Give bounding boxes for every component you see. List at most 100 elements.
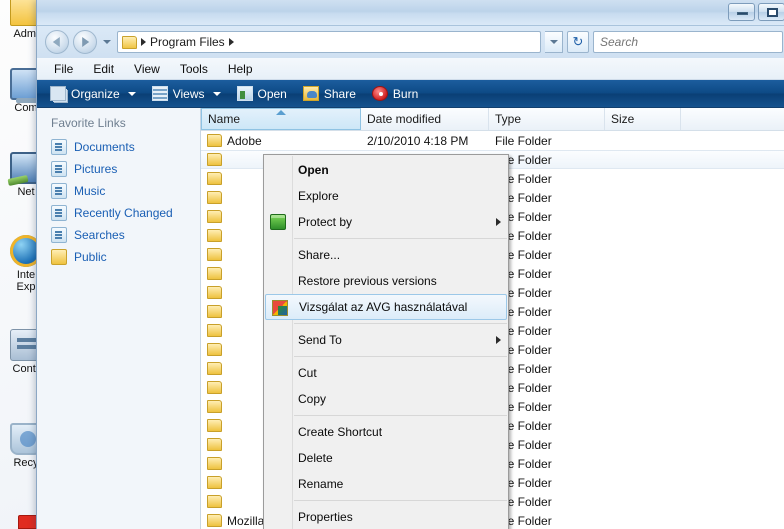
folder-icon	[207, 191, 222, 204]
folder-icon	[207, 153, 222, 166]
folder-icon	[207, 457, 222, 470]
command-burn-button[interactable]: Burn	[365, 83, 425, 104]
command-organize-button[interactable]: Organize	[43, 83, 143, 104]
open-icon	[236, 86, 253, 101]
address-bar[interactable]: Program Files	[117, 31, 541, 53]
context-menu-item-label: Create Shortcut	[298, 425, 383, 439]
context-menu-item-delete[interactable]: Delete	[264, 445, 508, 471]
context-menu-item-label: Rename	[298, 477, 344, 491]
context-menu-item-rename[interactable]: Rename	[264, 471, 508, 497]
favorite-link-searches[interactable]: Searches	[37, 224, 200, 246]
window-controls	[728, 3, 784, 21]
menu-tools[interactable]: Tools	[171, 60, 217, 78]
menu-edit[interactable]: Edit	[84, 60, 123, 78]
favorite-links-list: Documents Pictures Music Recently Changed Se…	[37, 136, 200, 268]
column-header-size[interactable]: Size	[605, 108, 681, 130]
address-dropdown-button[interactable]	[545, 31, 563, 53]
context-menu-item-restore-previous-versions[interactable]: Restore previous versions	[264, 268, 508, 294]
column-header-filler	[681, 108, 784, 130]
cell-type: File Folder	[495, 133, 552, 148]
folder-icon	[207, 495, 222, 508]
context-menu-item-create-shortcut[interactable]: Create Shortcut	[264, 419, 508, 445]
favorite-link-public[interactable]: Public	[37, 246, 200, 268]
menu-view[interactable]: View	[125, 60, 169, 78]
refresh-icon[interactable]: ↻	[567, 31, 589, 53]
maximize-button[interactable]	[758, 3, 784, 21]
views-icon	[151, 86, 168, 101]
folder-icon	[207, 229, 222, 242]
favorite-link-documents[interactable]: Documents	[37, 136, 200, 158]
minimize-button[interactable]	[728, 3, 755, 21]
context-menu-item-protect-by[interactable]: Protect by	[264, 209, 508, 235]
context-menu-item-label: Protect by	[298, 215, 353, 229]
documents-icon	[51, 139, 67, 155]
favorite-link-pictures[interactable]: Pictures	[37, 158, 200, 180]
context-menu-items: Open Explore Protect by Share... Restore pre…	[264, 157, 508, 529]
folder-icon	[207, 305, 222, 318]
search-box[interactable]	[593, 31, 783, 53]
context-menu-item-copy[interactable]: Copy	[264, 386, 508, 412]
breadcrumb-program-files[interactable]: Program Files	[150, 35, 225, 49]
cell-name[interactable]: Adobe	[201, 134, 361, 148]
column-header-name[interactable]: Name	[201, 108, 361, 130]
back-button[interactable]	[45, 30, 69, 54]
context-menu-item-label: Vizsgálat az AVG használatával	[299, 300, 468, 314]
context-menu-item-open[interactable]: Open	[264, 157, 508, 183]
context-menu-item-properties[interactable]: Properties	[264, 504, 508, 529]
context-menu-item-label: Explore	[298, 189, 339, 203]
organize-icon	[50, 86, 66, 101]
breadcrumb-separator-icon[interactable]	[228, 38, 234, 46]
column-header-date-modified[interactable]: Date modified	[361, 108, 489, 130]
command-open-button[interactable]: Open	[230, 83, 294, 104]
command-bar: Organize Views Open Share Burn	[37, 80, 784, 108]
context-menu-item-label: Share...	[298, 248, 341, 262]
protect-by-icon	[270, 214, 286, 230]
context-menu-item-explore[interactable]: Explore	[264, 183, 508, 209]
favorite-link-music[interactable]: Music	[37, 180, 200, 202]
folder-icon	[207, 324, 222, 337]
explorer-window: Program Files ↻ FileEditViewToolsHelp Or…	[36, 0, 784, 529]
folder-icon	[207, 286, 222, 299]
context-menu-separator	[294, 323, 507, 324]
forward-button[interactable]	[73, 30, 97, 54]
context-menu-item-label: Open	[298, 163, 329, 177]
command-views-button[interactable]: Views	[145, 83, 228, 104]
column-header-row: Name Date modified Type Size	[201, 108, 784, 131]
command-share-button[interactable]: Share	[296, 83, 363, 104]
public-folder-icon	[51, 249, 67, 265]
column-header-label: Name	[208, 112, 241, 126]
avg-scan-icon	[272, 300, 288, 316]
folder-icon	[122, 35, 137, 49]
folder-icon	[207, 210, 222, 223]
chevron-down-icon[interactable]	[212, 91, 221, 96]
pictures-icon	[51, 161, 67, 177]
context-menu-item-send-to[interactable]: Send To	[264, 327, 508, 353]
context-menu-item-vizsg-lat-az-avg-haszn-lat-val[interactable]: Vizsgálat az AVG használatával	[265, 294, 507, 320]
menu-file[interactable]: File	[45, 60, 82, 78]
window-title-bar[interactable]	[37, 0, 784, 26]
context-menu-separator	[294, 415, 507, 416]
chevron-down-icon[interactable]	[127, 91, 136, 96]
favorite-link-label: Documents	[74, 140, 135, 154]
context-menu-item-share[interactable]: Share...	[264, 242, 508, 268]
menu-help[interactable]: Help	[219, 60, 262, 78]
share-icon	[302, 86, 319, 101]
submenu-arrow-icon	[496, 336, 501, 344]
submenu-arrow-icon	[496, 218, 501, 226]
command-label: Organize	[71, 86, 120, 101]
table-row[interactable]: Adobe 2/10/2010 4:18 PM File Folder	[201, 131, 784, 150]
recently-changed-icon	[51, 205, 67, 221]
folder-icon	[207, 267, 222, 280]
favorite-link-label: Pictures	[74, 162, 118, 176]
search-input[interactable]	[600, 35, 776, 49]
column-header-type[interactable]: Type	[489, 108, 605, 130]
command-label: Burn	[392, 86, 419, 101]
address-toolbar: Program Files ↻	[37, 26, 784, 58]
context-menu-separator	[294, 356, 507, 357]
context-menu-separator	[294, 500, 507, 501]
folder-icon	[207, 362, 222, 375]
recent-pages-button[interactable]	[101, 31, 113, 53]
folder-icon	[207, 172, 222, 185]
favorite-link-recently-changed[interactable]: Recently Changed	[37, 202, 200, 224]
context-menu-item-cut[interactable]: Cut	[264, 360, 508, 386]
